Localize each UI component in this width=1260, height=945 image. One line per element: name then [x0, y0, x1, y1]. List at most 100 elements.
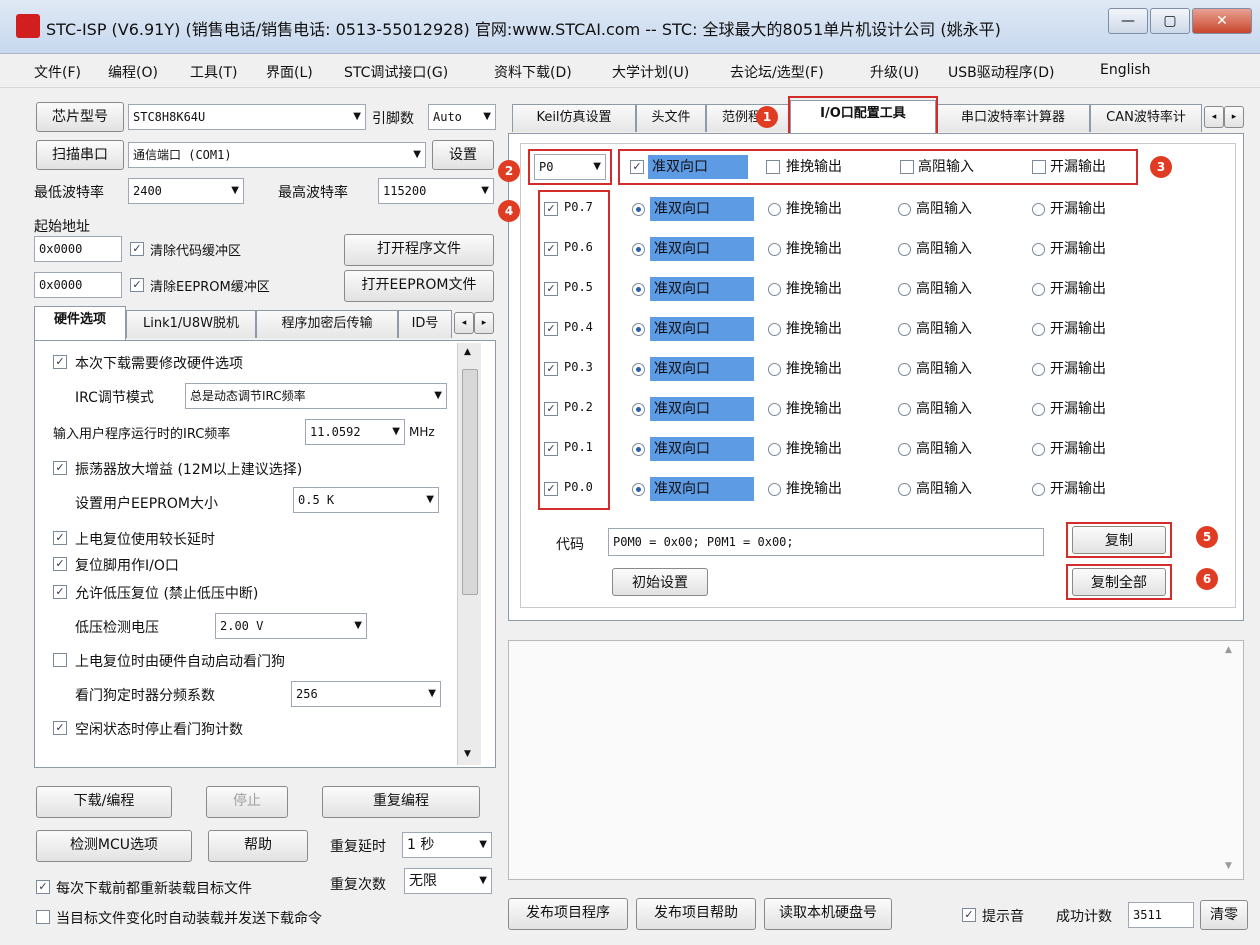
irc-freq-select[interactable]: 11.0592 ▼	[305, 419, 405, 445]
tab-hardware-options[interactable]: 硬件选项	[34, 306, 126, 342]
port-select[interactable]: 通信端口 (COM1) ▼	[128, 142, 426, 168]
pins-select[interactable]: Auto ▼	[428, 104, 496, 130]
scroll-down-icon[interactable]: ▼	[464, 749, 471, 759]
clear-eeprom-checkbox[interactable]: ✓	[130, 278, 144, 292]
chip-model-button[interactable]: 芯片型号	[36, 102, 124, 132]
pin-mode-radio[interactable]	[632, 403, 645, 416]
osc-gain-checkbox[interactable]: ✓	[53, 461, 67, 475]
open-eeprom-file-button[interactable]: 打开EEPROM文件	[344, 270, 494, 302]
pin-mode-radio[interactable]	[1032, 323, 1045, 336]
reprogram-button[interactable]: 重复编程	[322, 786, 480, 818]
tab-can-baud-calculator[interactable]: CAN波特率计	[1090, 104, 1202, 132]
auto-load-checkbox[interactable]	[36, 910, 50, 924]
auto-watchdog-checkbox[interactable]	[53, 653, 67, 667]
open-program-file-button[interactable]: 打开程序文件	[344, 234, 494, 266]
pin-mode-radio[interactable]	[898, 243, 911, 256]
pin-mode-radio[interactable]	[768, 483, 781, 496]
menu-interface[interactable]: 界面(L)	[266, 62, 313, 82]
options-scrollbar[interactable]: ▲ ▼	[457, 343, 481, 765]
pin-mode-radio[interactable]	[898, 203, 911, 216]
stop-button[interactable]: 停止	[206, 786, 288, 818]
check-mcu-options-button[interactable]: 检测MCU选项	[36, 830, 192, 862]
tab-uart-baud-calculator[interactable]: 串口波特率计算器	[936, 104, 1090, 132]
menu-tools[interactable]: 工具(T)	[190, 62, 237, 82]
pin-mode-radio[interactable]	[768, 203, 781, 216]
menu-file[interactable]: 文件(F)	[34, 62, 81, 82]
menu-usb-driver[interactable]: USB驱动程序(D)	[948, 62, 1054, 82]
pin-mode-radio[interactable]	[632, 203, 645, 216]
irc-mode-select[interactable]: 总是动态调节IRC频率 ▼	[185, 383, 447, 409]
help-button[interactable]: 帮助	[208, 830, 308, 862]
pin-mode-radio[interactable]	[898, 363, 911, 376]
pin-mode-radio[interactable]	[632, 323, 645, 336]
tab-scroll-left-button[interactable]: ◂	[1204, 106, 1224, 128]
lvd-voltage-select[interactable]: 2.00 V ▼	[215, 613, 367, 639]
menu-upgrade[interactable]: 升级(U)	[870, 62, 919, 82]
initial-setting-button[interactable]: 初始设置	[612, 568, 708, 596]
pin-mode-radio[interactable]	[632, 443, 645, 456]
tab-header-file[interactable]: 头文件	[636, 104, 706, 132]
wdt-prescaler-select[interactable]: 256 ▼	[291, 681, 441, 707]
pin-mode-radio[interactable]	[768, 323, 781, 336]
menu-english[interactable]: English	[1100, 62, 1151, 78]
code-output-field[interactable]: P0M0 = 0x00; P0M1 = 0x00;	[608, 528, 1044, 556]
pin-mode-radio[interactable]	[898, 283, 911, 296]
menu-university[interactable]: 大学计划(U)	[612, 62, 689, 82]
eeprom-address-input[interactable]: 0x0000	[34, 272, 122, 298]
pin-mode-radio[interactable]	[1032, 363, 1045, 376]
pin-mode-radio[interactable]	[768, 363, 781, 376]
pin-mode-radio[interactable]	[1032, 483, 1045, 496]
menu-forum[interactable]: 去论坛/选型(F)	[730, 62, 824, 82]
pin-mode-radio[interactable]	[768, 443, 781, 456]
pin-mode-radio[interactable]	[768, 403, 781, 416]
reload-target-checkbox[interactable]: ✓	[36, 880, 50, 894]
pin-mode-radio[interactable]	[632, 363, 645, 376]
long-reset-delay-checkbox[interactable]: ✓	[53, 531, 67, 545]
maximize-button[interactable]: ▢	[1150, 8, 1190, 34]
publish-help-button[interactable]: 发布项目帮助	[636, 898, 756, 930]
menu-download-docs[interactable]: 资料下载(D)	[494, 62, 572, 82]
clear-count-button[interactable]: 清零	[1200, 900, 1248, 930]
low-voltage-reset-checkbox[interactable]: ✓	[53, 585, 67, 599]
scroll-up-icon[interactable]: ▲	[1225, 645, 1232, 655]
chip-model-select[interactable]: STC8H8K64U ▼	[128, 104, 366, 130]
pin-mode-radio[interactable]	[632, 483, 645, 496]
settings-button[interactable]: 设置	[432, 140, 494, 170]
pin-mode-radio[interactable]	[632, 283, 645, 296]
pin-mode-radio[interactable]	[1032, 403, 1045, 416]
pin-mode-radio[interactable]	[1032, 203, 1045, 216]
tab-encrypted-transfer[interactable]: 程序加密后传输	[256, 310, 398, 338]
idle-stop-wdt-checkbox[interactable]: ✓	[53, 721, 67, 735]
modify-hw-options-checkbox[interactable]: ✓	[53, 355, 67, 369]
hint-sound-checkbox[interactable]: ✓	[962, 908, 976, 922]
pin-mode-radio[interactable]	[898, 323, 911, 336]
pin-mode-radio[interactable]	[898, 483, 911, 496]
pin-mode-radio[interactable]	[768, 283, 781, 296]
scrollbar-thumb[interactable]	[462, 369, 478, 595]
read-disk-id-button[interactable]: 读取本机硬盘号	[764, 898, 892, 930]
menu-program[interactable]: 编程(O)	[108, 62, 158, 82]
pin-mode-radio[interactable]	[768, 243, 781, 256]
scroll-down-icon[interactable]: ▼	[1225, 861, 1232, 871]
clear-code-checkbox[interactable]: ✓	[130, 242, 144, 256]
max-baud-select[interactable]: 115200 ▼	[378, 178, 494, 204]
tab-scroll-right-button[interactable]: ▸	[1224, 106, 1244, 128]
pin-mode-radio[interactable]	[632, 243, 645, 256]
tab-scroll-left-button[interactable]: ◂	[454, 312, 474, 334]
eeprom-size-select[interactable]: 0.5 K ▼	[293, 487, 439, 513]
code-address-input[interactable]: 0x0000	[34, 236, 122, 262]
scan-port-button[interactable]: 扫描串口	[36, 140, 124, 170]
scroll-up-icon[interactable]: ▲	[464, 347, 471, 357]
tab-scroll-right-button[interactable]: ▸	[474, 312, 494, 334]
pin-mode-radio[interactable]	[1032, 283, 1045, 296]
output-log-area[interactable]: ▲ ▼	[508, 640, 1244, 880]
pin-mode-radio[interactable]	[1032, 443, 1045, 456]
repeat-count-select[interactable]: 无限 ▼	[404, 868, 492, 894]
min-baud-select[interactable]: 2400 ▼	[128, 178, 244, 204]
pin-mode-radio[interactable]	[898, 403, 911, 416]
pin-mode-radio[interactable]	[898, 443, 911, 456]
menu-debug-port[interactable]: STC调试接口(G)	[344, 62, 448, 82]
minimize-button[interactable]: —	[1108, 8, 1148, 34]
tab-link1-offline[interactable]: Link1/U8W脱机	[126, 310, 256, 338]
download-program-button[interactable]: 下载/编程	[36, 786, 172, 818]
